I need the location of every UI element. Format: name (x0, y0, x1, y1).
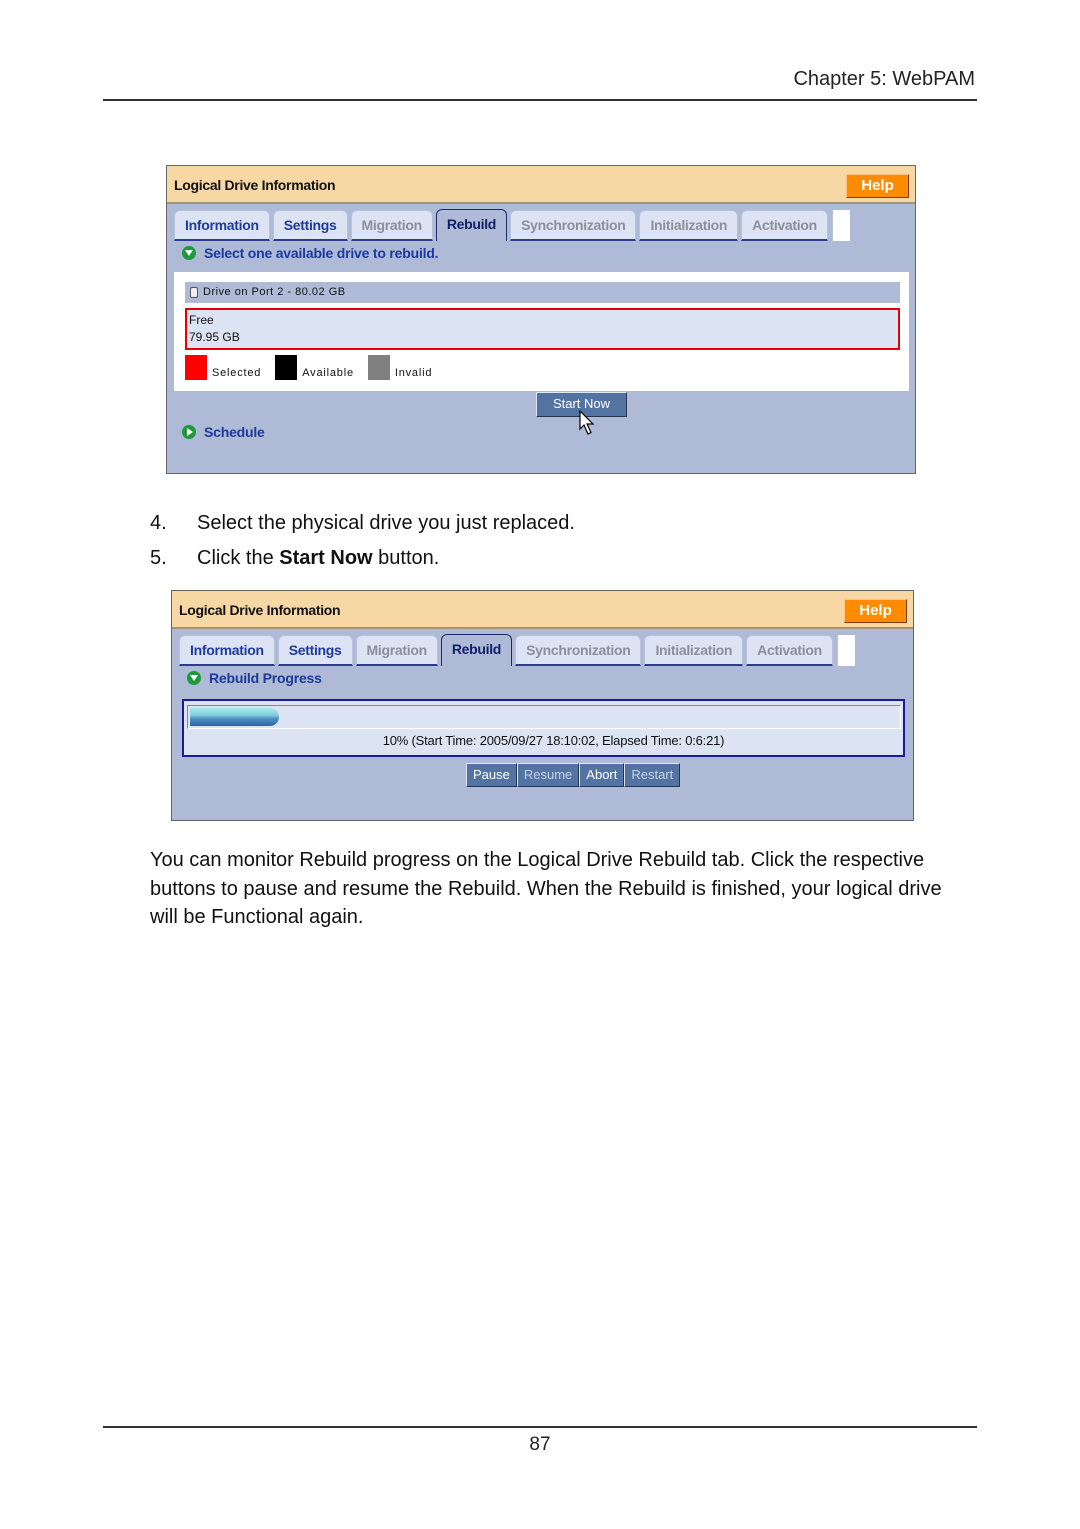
panel-title: Logical Drive Information (174, 177, 336, 193)
restart-button[interactable]: Restart (624, 763, 681, 787)
legend-item-selected: Selected (185, 355, 261, 380)
panel-title-bar: Logical Drive Information Help (167, 166, 915, 204)
tab-information[interactable]: Information (179, 635, 275, 666)
section-label: Rebuild Progress (209, 670, 322, 686)
drive-icon (190, 287, 198, 298)
tab-rebuild[interactable]: Rebuild (440, 634, 513, 666)
free-space-selectable[interactable]: Free 79.95 GB (185, 308, 900, 350)
expand-down-icon (182, 246, 196, 260)
pause-button[interactable]: Pause (466, 763, 517, 787)
tab-information[interactable]: Information (174, 210, 270, 241)
page-number: 87 (529, 1434, 551, 1455)
tab-activation[interactable]: Activation (741, 210, 828, 241)
help-button[interactable]: Help (846, 174, 909, 198)
legend-swatch-available (275, 355, 298, 380)
tab-initialization[interactable]: Initialization (644, 635, 744, 666)
tab-bar-end (831, 210, 850, 241)
tab-migration[interactable]: Migration (350, 210, 433, 241)
rebuild-progress-box: 10% (Start Time: 2005/09/27 18:10:02, El… (182, 699, 905, 757)
legend-item-available: Available (275, 355, 354, 380)
tab-settings[interactable]: Settings (277, 635, 353, 666)
section-label: Select one available drive to rebuild. (204, 245, 439, 261)
legend-swatch-selected (185, 355, 207, 380)
progress-status-text: 10% (Start Time: 2005/09/27 18:10:02, El… (382, 733, 725, 748)
schedule-label: Schedule (204, 424, 265, 440)
progress-bar (187, 705, 901, 729)
panel-title-bar: Logical Drive Information Help (172, 591, 913, 629)
legend-label: Available (302, 367, 354, 379)
tab-rebuild[interactable]: Rebuild (435, 209, 508, 241)
logical-drive-panel-select: Logical Drive Information Help Informati… (166, 165, 916, 474)
header-rule (103, 99, 977, 101)
step-number: 4. (150, 512, 167, 534)
step-4: 4. Select the physical drive you just rep… (150, 512, 575, 535)
tab-initialization[interactable]: Initialization (639, 210, 739, 241)
chapter-header: Chapter 5: WebPAM (793, 68, 975, 90)
resume-button[interactable]: Resume (516, 763, 580, 787)
help-button[interactable]: Help (844, 599, 907, 623)
tab-bar: Information Settings Migration Rebuild S… (172, 629, 913, 666)
legend-label: Invalid (394, 367, 433, 379)
expand-right-icon (182, 425, 196, 439)
drive-label: Drive on Port 2 - 80.02 GB (203, 286, 346, 298)
legend: Selected Available Invalid (185, 355, 446, 380)
rebuild-progress-section-header[interactable]: Rebuild Progress (172, 665, 913, 691)
free-size: 79.95 GB (189, 330, 240, 344)
select-drive-section-header[interactable]: Select one available drive to rebuild. (167, 240, 915, 266)
schedule-section-header[interactable]: Schedule (167, 419, 915, 445)
tab-settings[interactable]: Settings (272, 210, 348, 241)
footer-rule (103, 1426, 977, 1428)
drive-selection-area: Drive on Port 2 - 80.02 GB Free 79.95 GB… (174, 272, 909, 391)
abort-button[interactable]: Abort (579, 763, 625, 787)
legend-item-invalid: Invalid (367, 355, 433, 380)
tab-bar-end (836, 635, 855, 666)
drive-row: Drive on Port 2 - 80.02 GB (185, 282, 900, 303)
free-label: Free (189, 313, 214, 327)
tab-synchronization[interactable]: Synchronization (515, 635, 642, 666)
legend-swatch-invalid (367, 355, 390, 380)
tab-activation[interactable]: Activation (746, 635, 833, 666)
progress-bar-fill (190, 708, 279, 726)
logical-drive-panel-progress: Logical Drive Information Help Informati… (171, 590, 914, 821)
step-text-post: button. (372, 547, 440, 569)
step-text-bold: Start Now (279, 547, 373, 569)
tab-bar: Information Settings Migration Rebuild S… (167, 204, 915, 241)
tab-migration[interactable]: Migration (355, 635, 438, 666)
body-paragraph: You can monitor Rebuild progress on the … (150, 849, 942, 928)
tab-synchronization[interactable]: Synchronization (510, 210, 637, 241)
panel-title: Logical Drive Information (179, 602, 341, 618)
step-text-pre: Click the (197, 547, 280, 569)
rebuild-control-buttons: Pause Resume Abort Restart (466, 763, 681, 787)
step-text: Select the physical drive you just repla… (197, 512, 575, 534)
expand-down-icon (187, 671, 201, 685)
legend-label: Selected (212, 367, 262, 379)
step-number: 5. (150, 547, 167, 569)
step-5: 5. Click the Start Now button. (150, 547, 439, 570)
